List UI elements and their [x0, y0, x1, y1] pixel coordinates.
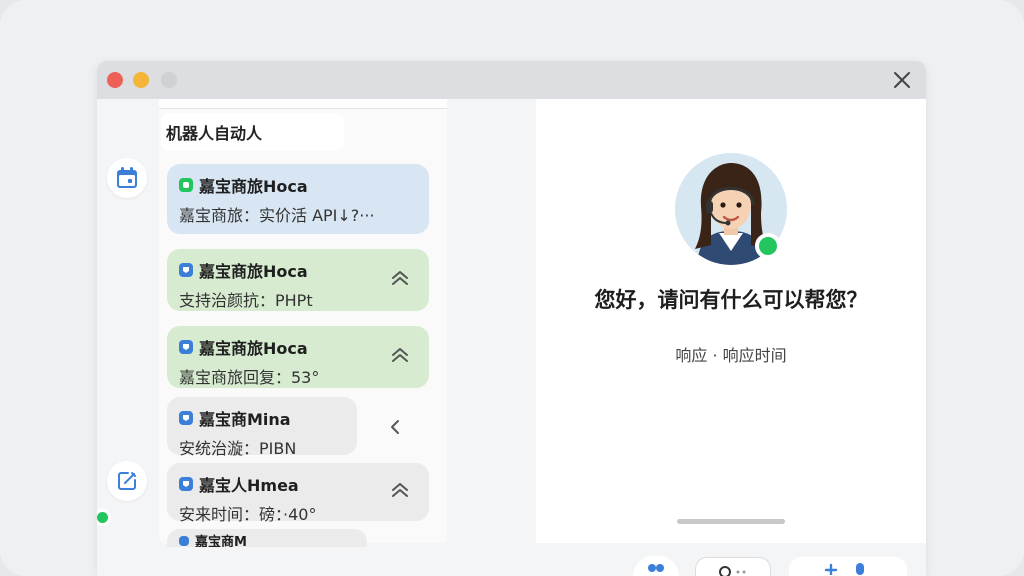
status-indicator — [97, 509, 111, 526]
conversation-title: 嘉宝商旅Hoca — [199, 262, 308, 281]
close-button[interactable] — [890, 68, 914, 92]
edit-button[interactable] — [107, 461, 147, 501]
conversation-title: 嘉宝商Mina — [199, 410, 291, 429]
conversation-preview: 嘉宝商旅：实价活 API↓?··· — [179, 206, 375, 225]
conversation-item[interactable]: 嘉宝商旅Hoca 嘉宝商旅回复：53° — [167, 326, 429, 388]
search-icon — [719, 566, 746, 576]
app-window: 机器人自动人 嘉宝商旅Hoca 嘉宝商旅：实价活 API↓?··· 嘉宝商旅Ho… — [97, 61, 926, 576]
search-button[interactable] — [695, 557, 771, 576]
chevron-left-icon[interactable] — [389, 419, 401, 435]
list-header: 机器人自动人 — [161, 113, 344, 151]
conversation-preview: 安来时间：磅：·40° — [179, 505, 317, 524]
assistant-greeting: 您好，请问有什么可以帮您？ — [594, 288, 868, 312]
conversation-title: 嘉宝商M — [195, 535, 247, 547]
conversation-item[interactable]: 嘉宝人Hmea 安来时间：磅：·40° — [167, 463, 429, 524]
chevron-up-icon[interactable] — [391, 348, 409, 362]
chevron-up-icon[interactable] — [391, 483, 409, 497]
conversation-item[interactable]: 嘉宝商M — [167, 529, 367, 547]
conversation-title: 嘉宝人Hmea — [199, 476, 299, 495]
chat-bubble-icon — [179, 340, 193, 354]
chat-bubble-icon — [179, 178, 193, 192]
conversation-preview: 安统治漩：PIBN — [179, 439, 297, 458]
chat-bubble-icon — [179, 535, 189, 546]
users-button[interactable] — [633, 556, 679, 576]
action-button-group[interactable] — [789, 557, 907, 576]
close-icon — [894, 72, 910, 88]
assistant-panel: 您好，请问有什么可以帮您？ 响应 · 响应时间 — [536, 99, 926, 543]
maximize-dot[interactable] — [161, 72, 177, 88]
chat-bubble-icon — [179, 263, 193, 277]
conversation-title: 嘉宝商旅Hoca — [199, 177, 308, 196]
chat-bubble-icon — [179, 477, 193, 491]
edit-icon — [118, 472, 136, 490]
list-top-strip — [159, 99, 447, 109]
conversation-item[interactable]: 嘉宝商Mina 安统治漩：PIBN — [167, 397, 357, 458]
conversation-item[interactable]: 嘉宝商旅Hoca 嘉宝商旅：实价活 API↓?··· — [167, 164, 429, 234]
online-status-dot — [755, 233, 781, 259]
calendar-button[interactable] — [107, 158, 147, 198]
assistant-subtext: 响应 · 响应时间 — [675, 346, 787, 365]
title-bar — [97, 61, 926, 99]
conversation-preview: 嘉宝商旅回复：53° — [179, 368, 320, 387]
minimize-dot[interactable] — [133, 72, 149, 88]
close-dot[interactable] — [107, 72, 123, 88]
conversation-item[interactable]: 嘉宝商旅Hoca 支持治颜抗：PHPt — [167, 249, 429, 311]
chat-bubble-icon — [179, 411, 193, 425]
conversation-title: 嘉宝商旅Hoca — [199, 339, 308, 358]
add-and-mic-icon — [824, 563, 864, 575]
users-icon — [648, 564, 664, 572]
conversation-preview: 支持治颜抗：PHPt — [179, 291, 313, 310]
chevron-up-icon[interactable] — [391, 271, 409, 285]
calendar-icon — [117, 167, 137, 188]
home-indicator — [677, 519, 785, 524]
